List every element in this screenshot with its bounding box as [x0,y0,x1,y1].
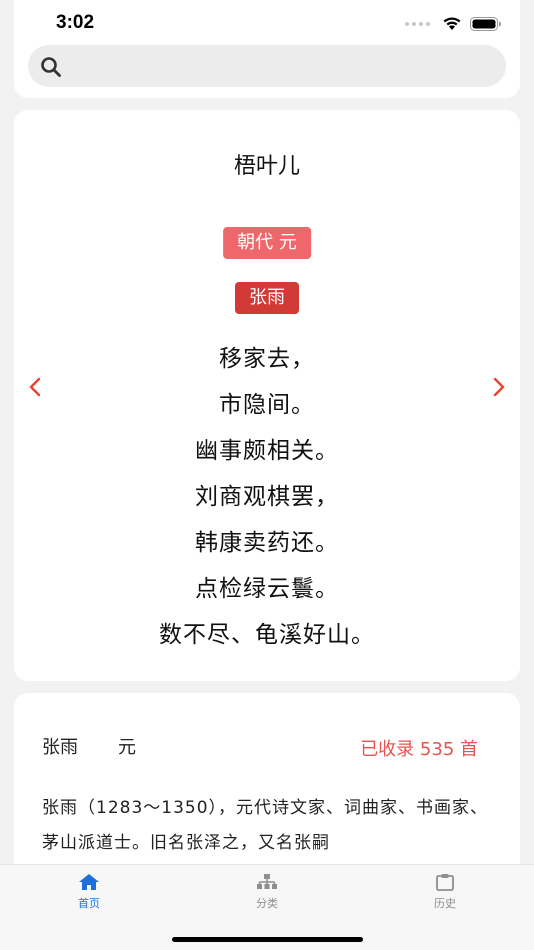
poem-line: 点检绿云鬟。 [195,576,339,602]
tab-label: 历史 [434,897,456,910]
search-icon [41,57,61,77]
poem-line: 数不尽、龟溪好山。 [159,622,375,648]
poem-line: 移家去， [219,346,315,372]
tab-label: 分类 [256,897,278,910]
author-tag[interactable]: 张雨 [235,282,299,314]
cellular-signal-icon [405,21,430,26]
author-bio: 张雨（1283～1350），元代诗文家、词曲家、书画家、茅山派道士。旧名张泽之，… [42,798,489,853]
poem-card: 梧叶儿 朝代 元 张雨 移家去， 市隐间。 幽事颇相关。 刘商观棋罢， 韩康卖药… [14,110,520,681]
poem-body: 移家去， 市隐间。 幽事颇相关。 刘商观棋罢， 韩康卖药还。 点检绿云鬟。 数不… [14,336,520,658]
status-time: 3:02 [56,12,95,33]
poem-line: 刘商观棋罢， [195,484,339,510]
wifi-icon [443,17,461,30]
author-dynasty: 元 [118,737,136,758]
home-icon [79,874,99,890]
tab-home[interactable]: 首页 [49,873,129,911]
poem-line: 韩康卖药还。 [195,530,339,556]
home-indicator [172,937,363,942]
author-name: 张雨 [42,737,78,758]
search-bar[interactable] [28,45,506,87]
status-bar: 3:02 [0,0,534,44]
dynasty-tag[interactable]: 朝代 元 [223,227,311,259]
status-icons [405,16,502,31]
search-input[interactable] [74,45,494,87]
tab-label: 首页 [78,897,100,910]
battery-icon [470,16,501,31]
tab-category[interactable]: 分类 [227,873,307,911]
collected-count[interactable]: 已收录 535 首 [360,735,478,761]
category-icon [257,874,277,889]
poem-line: 幽事颇相关。 [195,438,339,464]
author-card[interactable]: 张雨 元 已收录 535 首 张雨（1283～1350），元代诗文家、词曲家、书… [14,693,520,893]
poem-line: 市隐间。 [219,392,315,418]
poem-title: 梧叶儿 [233,154,300,179]
tab-history[interactable]: 历史 [405,873,485,911]
history-icon [436,874,454,891]
